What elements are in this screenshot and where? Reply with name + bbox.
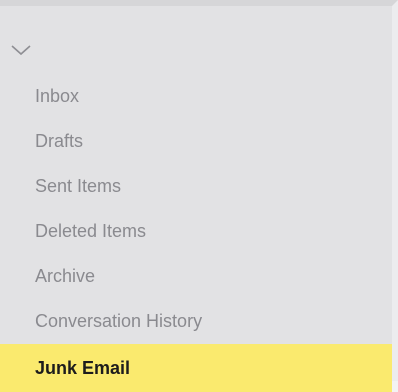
folder-item-sent-items[interactable]: Sent Items [0, 164, 392, 209]
folder-item-inbox[interactable]: Inbox [0, 74, 392, 119]
folder-item-archive[interactable]: Archive [0, 254, 392, 299]
folder-item-drafts[interactable]: Drafts [0, 119, 392, 164]
chevron-down-icon[interactable] [10, 42, 34, 58]
folder-item-conversation-history[interactable]: Conversation History [0, 299, 392, 344]
folder-pane: Inbox Drafts Sent Items Deleted Items Ar… [0, 0, 398, 392]
folder-item-deleted-items[interactable]: Deleted Items [0, 209, 392, 254]
folder-item-junk-email[interactable]: Junk Email [0, 344, 392, 392]
folder-list: Inbox Drafts Sent Items Deleted Items Ar… [0, 74, 392, 392]
